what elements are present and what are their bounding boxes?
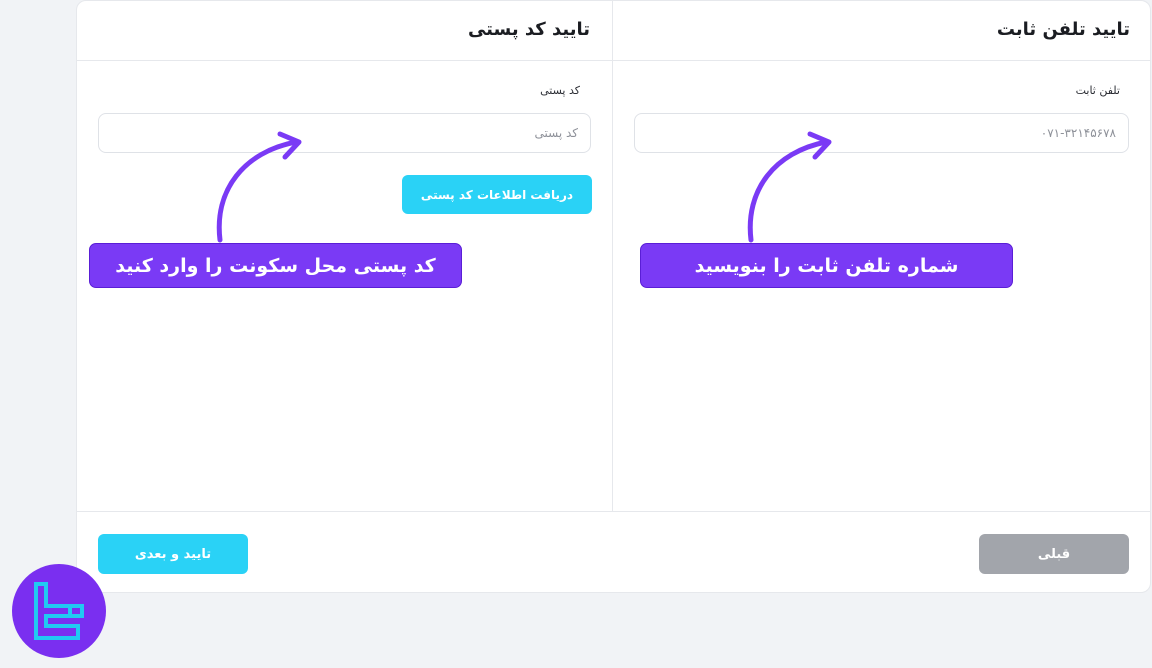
previous-button[interactable]: قبلی bbox=[979, 534, 1129, 574]
confirm-next-button[interactable]: تایید و بعدی bbox=[98, 534, 248, 574]
postal-pane-header: تایید کد پستی bbox=[77, 1, 612, 61]
postal-section-title: تایید کد پستی bbox=[467, 19, 590, 40]
fetch-postal-info-button[interactable]: دریافت اطلاعات کد پستی bbox=[402, 175, 592, 214]
phone-section-title: تایید تلفن ثابت bbox=[996, 19, 1130, 40]
phone-callout: شماره تلفن ثابت را بنویسید bbox=[640, 243, 1013, 288]
brand-logo-icon bbox=[12, 564, 106, 658]
postal-field-label: کد پستی bbox=[540, 84, 580, 97]
postal-callout: کد پستی محل سکونت را وارد کنید bbox=[89, 243, 462, 288]
phone-field-label: تلفن ثابت bbox=[1075, 84, 1120, 97]
landline-phone-input[interactable] bbox=[634, 113, 1129, 153]
wizard-footer: قبلی تایید و بعدی bbox=[77, 511, 1150, 592]
verification-card: تایید تلفن ثابت تلفن ثابت تایید کد پستی … bbox=[76, 0, 1151, 593]
logo-mark bbox=[34, 582, 84, 640]
phone-pane-header: تایید تلفن ثابت bbox=[613, 1, 1150, 61]
postal-code-input[interactable] bbox=[98, 113, 591, 153]
